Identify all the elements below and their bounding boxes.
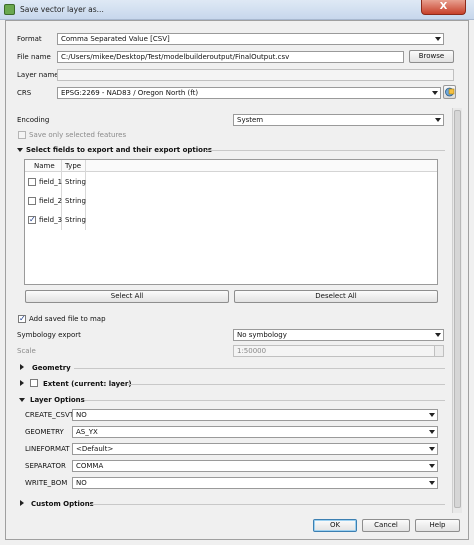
field-name: field_1 [39, 178, 63, 186]
add-to-map-label: Add saved file to map [29, 315, 106, 323]
symbology-select[interactable]: No symbology [233, 329, 444, 341]
save-selected-checkbox[interactable] [18, 131, 26, 139]
divider [85, 400, 445, 401]
column-header-type[interactable]: Type [65, 162, 81, 170]
field-type: String [65, 216, 86, 224]
field-type: String [65, 197, 86, 205]
divider [205, 150, 445, 151]
select-all-button[interactable]: Select All [25, 290, 229, 303]
option-label: SEPARATOR [25, 462, 66, 470]
option-select[interactable]: COMMA [72, 460, 438, 472]
encoding-label: Encoding [17, 116, 50, 124]
table-row[interactable]: field_1 String [25, 173, 437, 192]
extent-checkbox[interactable] [30, 379, 38, 387]
chevron-down-icon [429, 447, 435, 451]
row-checkbox[interactable] [28, 178, 36, 186]
field-type: String [65, 178, 86, 186]
layername-field[interactable] [57, 69, 454, 81]
chevron-down-icon[interactable] [17, 148, 23, 152]
row-checkbox[interactable] [28, 197, 36, 205]
option-label: CREATE_CSVT [25, 411, 75, 419]
layername-label: Layer name [17, 71, 59, 79]
option-select[interactable]: <Default> [72, 443, 438, 455]
scrollbar[interactable] [452, 108, 462, 513]
chevron-right-icon[interactable] [20, 380, 24, 386]
filename-field[interactable]: C:/Users/mikee/Desktop/Test/modelbuilder… [57, 51, 404, 63]
chevron-down-icon [429, 464, 435, 468]
option-label: WRITE_BOM [25, 479, 68, 487]
chevron-down-icon [429, 481, 435, 485]
crs-value: EPSG:2269 - NAD83 / Oregon North (ft) [61, 89, 199, 97]
option-select[interactable]: AS_YX [72, 426, 438, 438]
divider [128, 384, 445, 385]
chevron-down-icon [435, 118, 441, 122]
format-select[interactable]: Comma Separated Value [CSV] [57, 33, 444, 45]
option-label: GEOMETRY [25, 428, 64, 436]
crs-label: CRS [17, 89, 32, 97]
scale-value: 1:50000 [237, 347, 267, 355]
field-name: field_3 [39, 216, 63, 224]
table-row[interactable]: field_2 String [25, 192, 437, 211]
crs-selector-button[interactable] [443, 85, 456, 99]
divider [74, 368, 445, 369]
encoding-select[interactable]: System [233, 114, 444, 126]
app-icon [4, 4, 15, 15]
symbology-label: Symbology export [17, 331, 81, 339]
geometry-section-title[interactable]: Geometry [32, 364, 71, 372]
scrollbar-thumb[interactable] [454, 110, 461, 508]
scale-label: Scale [17, 347, 36, 355]
option-value: COMMA [76, 462, 104, 470]
help-button[interactable]: Help [415, 519, 460, 532]
chevron-down-icon [429, 413, 435, 417]
title-bar: Save vector layer as... X [0, 0, 474, 20]
option-value: NO [76, 479, 87, 487]
chevron-right-icon[interactable] [20, 364, 24, 370]
globe-icon [445, 87, 455, 97]
option-select[interactable]: NO [72, 477, 438, 489]
chevron-down-icon [435, 37, 441, 41]
option-label: LINEFORMAT [25, 445, 70, 453]
layer-options-title[interactable]: Layer Options [30, 396, 85, 404]
custom-options-title[interactable]: Custom Options [31, 500, 94, 508]
browse-button[interactable]: Browse [409, 50, 454, 63]
spin-arrows-icon[interactable] [434, 346, 443, 356]
option-value: AS_YX [76, 428, 98, 436]
filename-label: File name [17, 53, 51, 61]
column-header-name[interactable]: Name [34, 162, 55, 170]
chevron-down-icon[interactable] [19, 398, 25, 402]
deselect-all-button[interactable]: Deselect All [234, 290, 438, 303]
extent-section-title[interactable]: Extent (current: layer) [43, 380, 132, 388]
chevron-down-icon [432, 91, 438, 95]
option-value: <Default> [76, 445, 114, 453]
chevron-down-icon [435, 333, 441, 337]
save-selected-label: Save only selected features [29, 131, 127, 139]
close-button[interactable]: X [421, 0, 466, 15]
table-row[interactable]: field_3 String [25, 211, 437, 230]
encoding-value: System [237, 116, 264, 124]
row-checkbox[interactable] [28, 215, 36, 224]
window-title: Save vector layer as... [20, 5, 104, 14]
format-value: Comma Separated Value [CSV] [61, 35, 170, 43]
symbology-value: No symbology [237, 331, 287, 339]
divider [92, 504, 445, 505]
add-to-map-checkbox[interactable] [18, 314, 26, 323]
cancel-button[interactable]: Cancel [362, 519, 410, 532]
option-select[interactable]: NO [72, 409, 438, 421]
scale-field[interactable]: 1:50000 [233, 345, 444, 357]
field-name: field_2 [39, 197, 63, 205]
fields-section-title: Select fields to export and their export… [26, 146, 213, 154]
ok-button[interactable]: OK [313, 519, 357, 532]
chevron-down-icon [429, 430, 435, 434]
table-header [25, 160, 437, 172]
chevron-right-icon[interactable] [20, 500, 24, 506]
format-label: Format [17, 35, 42, 43]
option-value: NO [76, 411, 87, 419]
fields-table: Name Type field_1 String field_2 String … [24, 159, 438, 285]
crs-select[interactable]: EPSG:2269 - NAD83 / Oregon North (ft) [57, 87, 441, 99]
